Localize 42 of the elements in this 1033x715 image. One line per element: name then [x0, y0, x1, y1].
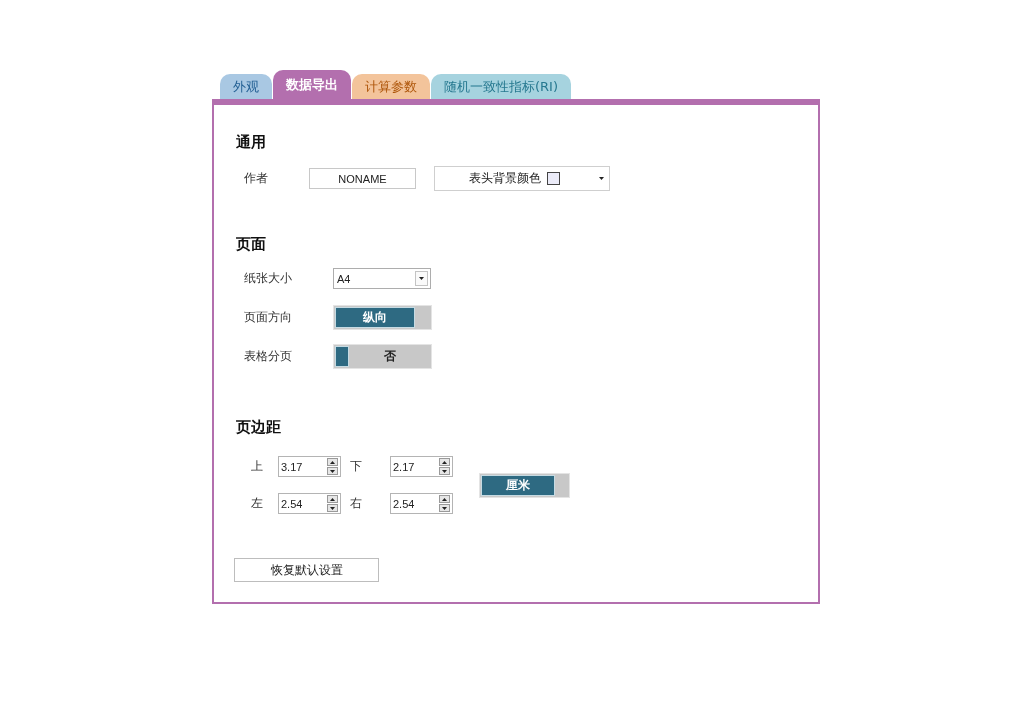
- paper-size-dropdown[interactable]: A4: [333, 268, 431, 289]
- section-heading: 页面: [236, 234, 266, 254]
- up-arrow-icon: [330, 497, 335, 501]
- down-arrow-icon: [330, 506, 335, 510]
- decrement-button[interactable]: [327, 504, 338, 512]
- tab[interactable]: 数据导出: [273, 70, 351, 99]
- field-label: 纸张大小: [244, 271, 292, 285]
- field-label: 右: [350, 495, 362, 512]
- section-heading: 页边距: [236, 417, 281, 437]
- author-input[interactable]: NONAME: [309, 168, 416, 189]
- field-label: 表格分页: [244, 349, 292, 363]
- number-field[interactable]: 2.17: [390, 456, 453, 477]
- up-arrow-icon: [442, 497, 447, 501]
- field-label: 左: [251, 495, 263, 512]
- field-label: 上: [251, 458, 263, 475]
- up-arrow-icon: [442, 460, 447, 464]
- number-field[interactable]: 2.54: [390, 493, 453, 514]
- reset-defaults-button[interactable]: 恢复默认设置: [234, 558, 379, 582]
- toggle-switch[interactable]: 厘米: [479, 472, 570, 498]
- decrement-button[interactable]: [327, 467, 338, 475]
- up-arrow-icon: [330, 460, 335, 464]
- section-heading: 通用: [236, 132, 266, 152]
- down-arrow-icon: [330, 469, 335, 473]
- field-label: 作者: [244, 171, 268, 185]
- number-field[interactable]: 3.17: [278, 456, 341, 477]
- down-arrow-icon: [442, 469, 447, 473]
- increment-button[interactable]: [327, 495, 338, 503]
- header-color-dropdown[interactable]: 表头背景颜色: [434, 166, 610, 191]
- decrement-button[interactable]: [439, 467, 450, 475]
- increment-button[interactable]: [439, 495, 450, 503]
- down-arrow-icon: [442, 506, 447, 510]
- field-label: 页面方向: [244, 310, 292, 324]
- caret-down-icon: [599, 177, 604, 180]
- increment-button[interactable]: [439, 458, 450, 466]
- caret-down-icon: [419, 277, 424, 280]
- toggle-switch[interactable]: 否: [333, 344, 432, 369]
- increment-button[interactable]: [327, 458, 338, 466]
- toggle-switch[interactable]: 纵向: [333, 305, 432, 330]
- field-label: 下: [350, 458, 362, 475]
- decrement-button[interactable]: [439, 504, 450, 512]
- tab[interactable]: 外观: [220, 74, 272, 99]
- number-field[interactable]: 2.54: [278, 493, 341, 514]
